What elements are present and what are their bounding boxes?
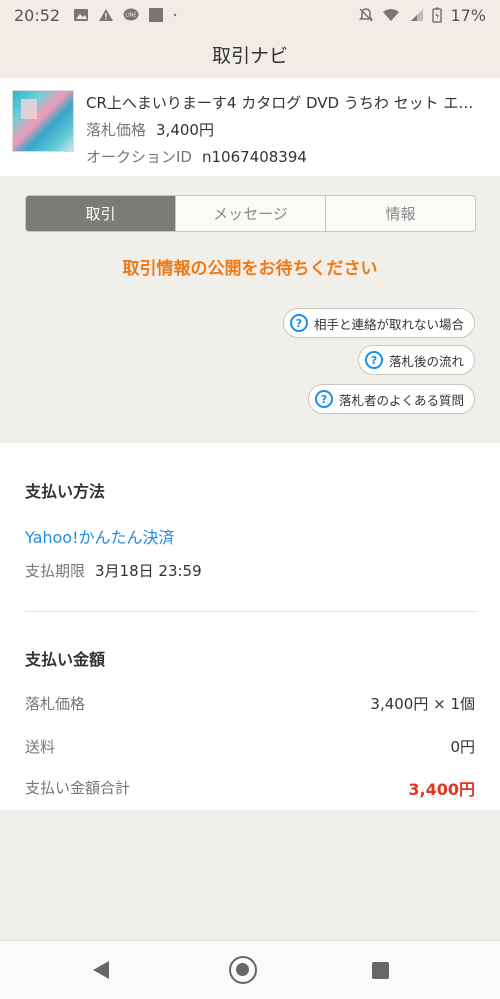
payment-method-title: 支払い方法 (25, 482, 106, 501)
mute-icon (359, 8, 374, 22)
auction-id-label: オークションID (86, 148, 192, 166)
question-icon: ? (289, 314, 308, 332)
battery-icon (432, 7, 443, 23)
total-label: 支払い金額合計 (25, 779, 131, 797)
tab-bar: 取引 メッセージ 情報 (25, 195, 476, 232)
payment-amount-title: 支払い金額 (25, 650, 106, 669)
auction-id-value: n1067408394 (201, 148, 307, 166)
help-after-winning-label: 落札後の流れ (388, 353, 464, 369)
help-faq-label: 落札者のよくある質問 (338, 392, 464, 408)
item-title[interactable]: CR上へまいりまーす4 カタログ DVD うちわ セット エース… (86, 92, 478, 113)
total-value: 3,400円 (408, 780, 475, 799)
payment-method-link[interactable]: Yahoo!かんたん決済 (25, 524, 175, 548)
battery-percent: 17% (450, 5, 486, 25)
app-header: 取引ナビ (0, 30, 500, 78)
image-icon (74, 9, 89, 21)
auction-id-row: オークションID n1067408394 (86, 146, 307, 167)
winning-price-value: 3,400円 × 1個 (370, 695, 475, 713)
payment-section: 支払い方法 Yahoo!かんたん決済 支払期限 3月18日 23:59 支払い金額… (0, 443, 500, 810)
tab-message[interactable]: メッセージ (175, 196, 325, 231)
shipping-label: 送料 (25, 738, 56, 756)
recent-apps-icon[interactable] (372, 962, 389, 979)
item-price-label: 落札価格 (86, 121, 147, 139)
status-time: 20:52 (14, 5, 61, 25)
shipping-value: 0円 (450, 738, 475, 756)
item-card[interactable]: CR上へまいりまーす4 カタログ DVD うちわ セット エース… 落札価格 3,… (0, 78, 500, 176)
dot-icon (173, 13, 177, 17)
square-icon (149, 8, 164, 22)
item-price-value: 3,400円 (156, 121, 214, 139)
tab-info[interactable]: 情報 (325, 196, 475, 231)
item-price-row: 落札価格 3,400円 (86, 119, 214, 140)
section-divider (25, 611, 476, 612)
back-icon[interactable] (93, 961, 109, 979)
svg-text:LINE: LINE (126, 13, 137, 19)
system-nav-bar (0, 940, 500, 999)
question-icon: ? (314, 390, 333, 408)
question-icon: ? (364, 351, 383, 369)
payment-deadline-row: 支払期限 3月18日 23:59 (25, 560, 202, 581)
line-icon: LINE (123, 8, 139, 21)
wifi-icon (383, 9, 400, 21)
warning-icon (99, 9, 114, 21)
item-thumbnail[interactable] (12, 90, 74, 152)
home-icon[interactable] (229, 956, 257, 984)
help-cannot-contact-button[interactable]: ? 相手と連絡が取れない場合 (282, 308, 475, 338)
winning-price-label: 落札価格 (25, 695, 86, 713)
help-faq-button[interactable]: ? 落札者のよくある質問 (307, 384, 475, 414)
status-bar: 20:52 LINE 17% (0, 0, 500, 30)
help-after-winning-button[interactable]: ? 落札後の流れ (357, 345, 475, 375)
payment-deadline-label: 支払期限 (25, 562, 86, 580)
status-notice: 取引情報の公開をお待ちください (122, 259, 378, 279)
signal-icon (411, 9, 424, 21)
tab-transaction[interactable]: 取引 (26, 196, 175, 231)
page-title: 取引ナビ (211, 44, 288, 67)
payment-deadline-value: 3月18日 23:59 (95, 562, 202, 580)
help-cannot-contact-label: 相手と連絡が取れない場合 (313, 316, 464, 332)
